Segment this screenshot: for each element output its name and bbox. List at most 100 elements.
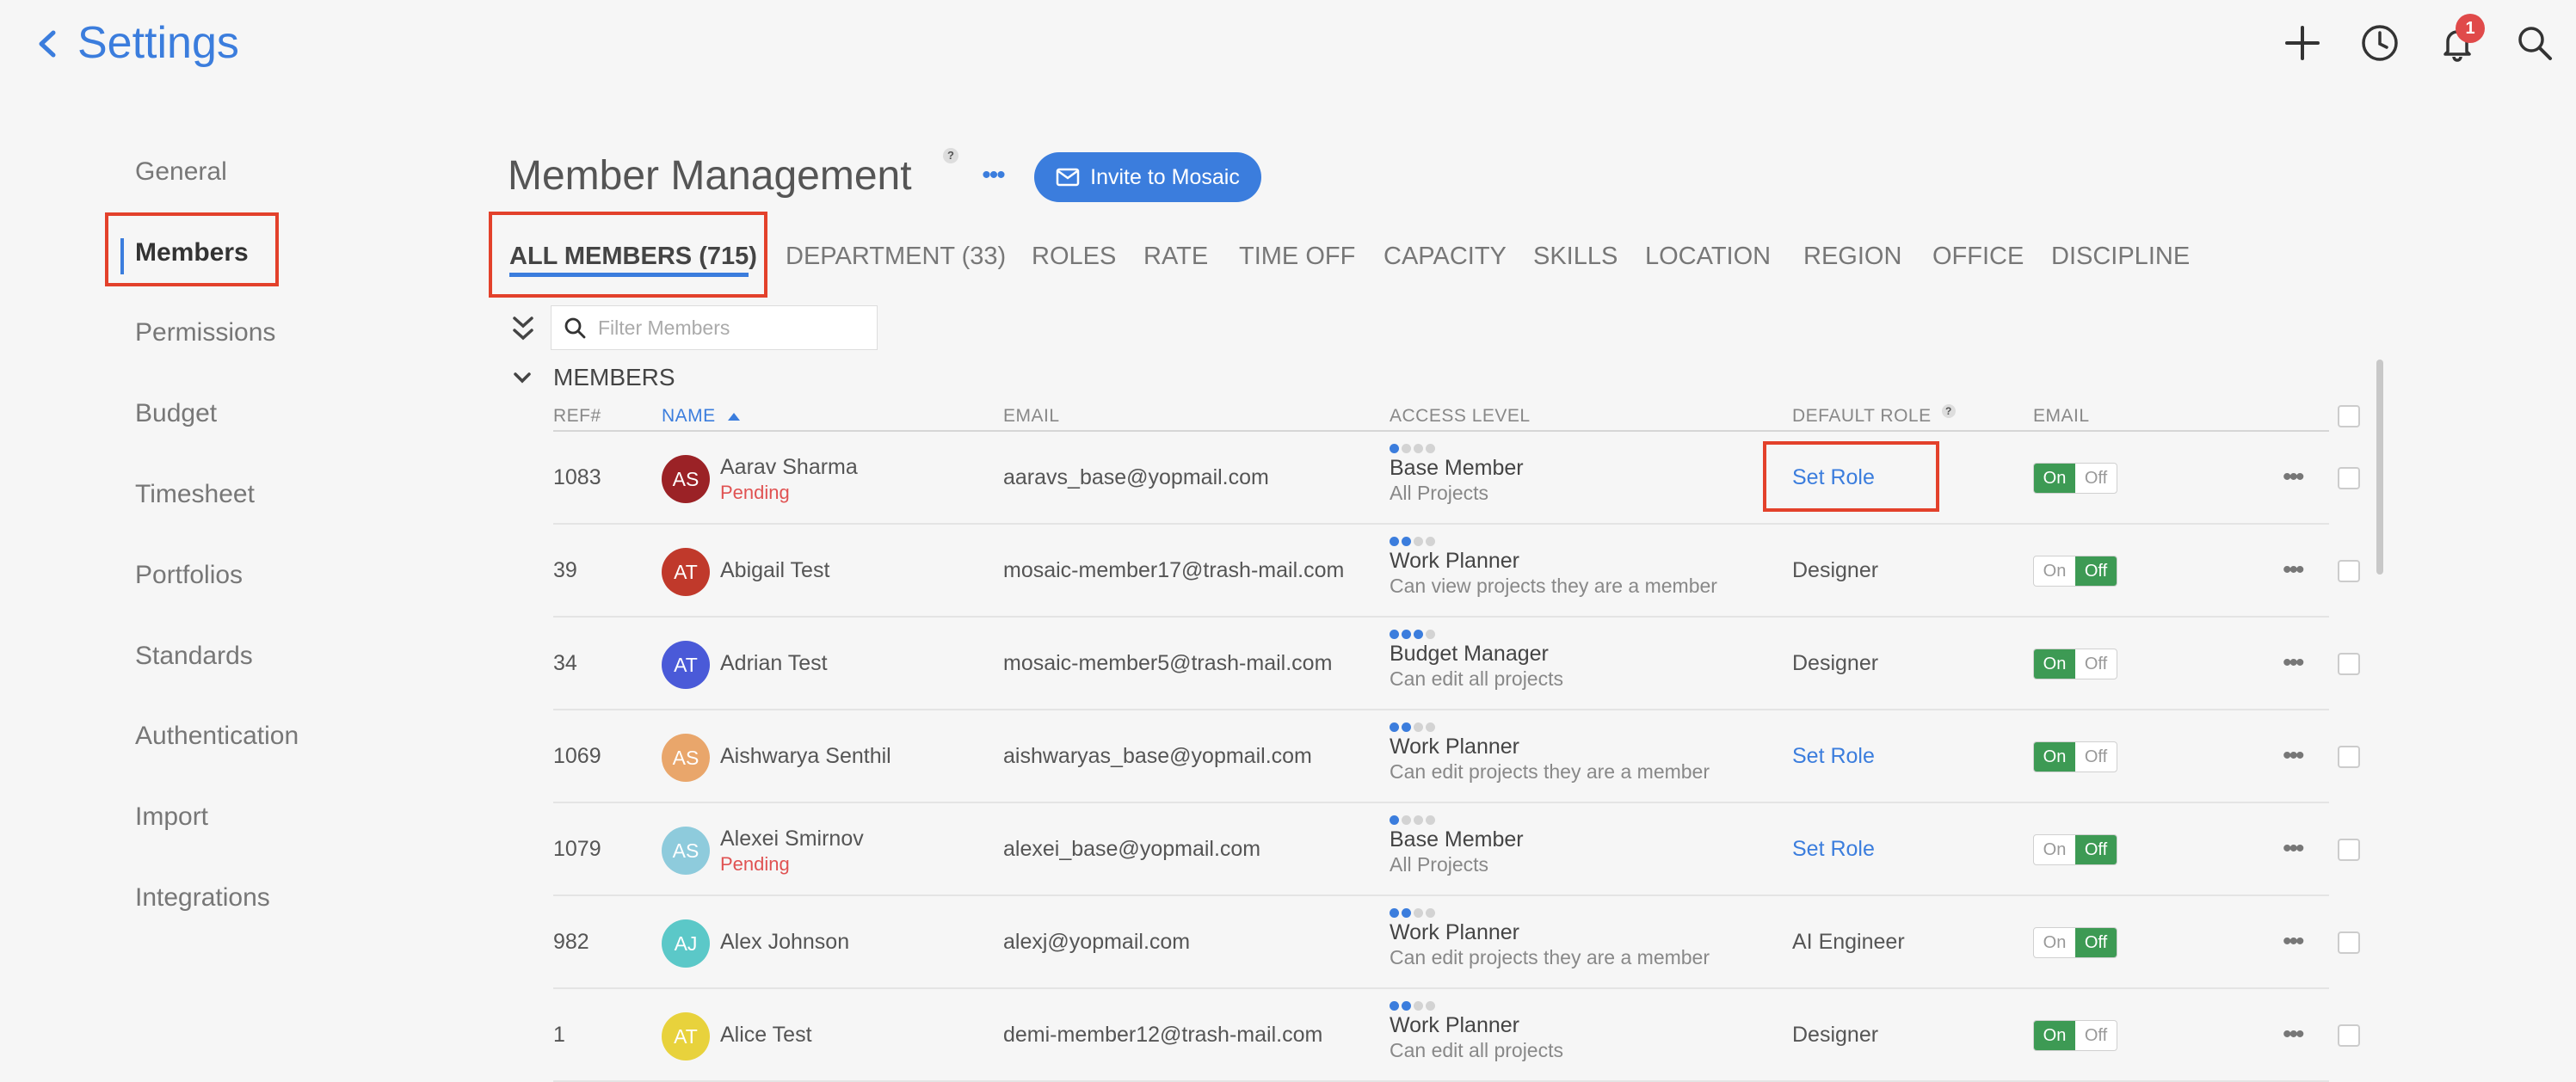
email-toggle[interactable]: On Off bbox=[2033, 834, 2117, 865]
sidebar-item-authentication[interactable]: Authentication bbox=[135, 719, 299, 753]
email-toggle-off[interactable]: Off bbox=[2075, 835, 2117, 864]
email-toggle-on[interactable]: On bbox=[2034, 928, 2075, 957]
email-toggle-on[interactable]: On bbox=[2034, 742, 2075, 772]
email-toggle-off[interactable]: Off bbox=[2075, 649, 2117, 679]
avatar[interactable]: AT bbox=[662, 1012, 710, 1060]
select-all-checkbox[interactable] bbox=[2338, 405, 2360, 427]
table-row[interactable]: 1083 AS Aarav Sharma Pending aaravs_base@yop… bbox=[553, 432, 2360, 525]
set-role-link[interactable]: Set Role bbox=[1792, 463, 1875, 492]
email-toggle[interactable]: On Off bbox=[2033, 463, 2117, 494]
sidebar-item-standards[interactable]: Standards bbox=[135, 639, 253, 673]
filter-members-input[interactable] bbox=[596, 315, 875, 341]
email-toggle-on[interactable]: On bbox=[2034, 835, 2075, 864]
member-name[interactable]: Aarav Sharma bbox=[720, 452, 858, 482]
vertical-scrollbar[interactable] bbox=[2376, 360, 2383, 575]
sidebar-item-import[interactable]: Import bbox=[135, 800, 208, 834]
row-checkbox[interactable] bbox=[2338, 560, 2360, 582]
email-toggle-off[interactable]: Off bbox=[2075, 556, 2117, 586]
tab-location[interactable]: LOCATION bbox=[1645, 239, 1771, 274]
table-row[interactable]: 1069 AS Aishwarya Senthil aishwaryas_base@y… bbox=[553, 710, 2360, 803]
sidebar-item-timesheet[interactable]: Timesheet bbox=[135, 477, 255, 512]
column-header-name[interactable]: NAME bbox=[662, 404, 741, 428]
collapse-all-icon[interactable] bbox=[509, 311, 537, 346]
default-role[interactable]: Designer bbox=[1792, 556, 1878, 585]
set-role-link[interactable]: Set Role bbox=[1792, 741, 1875, 771]
email-toggle[interactable]: On Off bbox=[2033, 927, 2117, 958]
table-row[interactable]: 1 AT Alice Test demi-member12@trash-mail.co… bbox=[553, 989, 2360, 1082]
access-level[interactable]: Work Planner bbox=[1390, 919, 1519, 946]
member-name[interactable]: Alice Test bbox=[720, 1020, 812, 1049]
access-level[interactable]: Budget Manager bbox=[1390, 640, 1549, 667]
tab-discipline[interactable]: DISCIPLINE bbox=[2051, 239, 2190, 274]
sidebar-item-portfolios[interactable]: Portfolios bbox=[135, 558, 243, 593]
sidebar-item-members[interactable]: Members bbox=[135, 236, 249, 270]
member-name[interactable]: Aishwarya Senthil bbox=[720, 741, 891, 771]
tab-time-off[interactable]: TIME OFF bbox=[1239, 239, 1355, 274]
tab-skills[interactable]: SKILLS bbox=[1533, 239, 1618, 274]
sidebar-item-permissions[interactable]: Permissions bbox=[135, 316, 275, 350]
access-level[interactable]: Base Member bbox=[1390, 826, 1524, 853]
row-more-options-icon[interactable]: ••• bbox=[2283, 463, 2304, 492]
table-row[interactable]: 1079 AS Alexei Smirnov Pending alexei_base@y… bbox=[553, 803, 2360, 896]
member-name[interactable]: Alexei Smirnov bbox=[720, 824, 864, 853]
row-checkbox[interactable] bbox=[2338, 839, 2360, 861]
row-more-options-icon[interactable]: ••• bbox=[2283, 927, 2304, 956]
row-more-options-icon[interactable]: ••• bbox=[2283, 649, 2304, 678]
access-level[interactable]: Work Planner bbox=[1390, 1011, 1519, 1039]
add-icon[interactable] bbox=[2278, 19, 2326, 67]
row-more-options-icon[interactable]: ••• bbox=[2283, 741, 2304, 771]
tab-capacity[interactable]: CAPACITY bbox=[1384, 239, 1507, 274]
back-chevron-icon[interactable] bbox=[34, 21, 60, 67]
help-icon[interactable]: ? bbox=[1941, 404, 1956, 418]
email-toggle[interactable]: On Off bbox=[2033, 556, 2117, 587]
member-name[interactable]: Abigail Test bbox=[720, 556, 829, 585]
email-toggle[interactable]: On Off bbox=[2033, 741, 2117, 772]
email-toggle[interactable]: On Off bbox=[2033, 649, 2117, 679]
tab-department[interactable]: DEPARTMENT (33) bbox=[786, 239, 1006, 274]
avatar[interactable]: AT bbox=[662, 641, 710, 689]
row-checkbox[interactable] bbox=[2338, 467, 2360, 489]
table-row[interactable]: 982 AJ Alex Johnson alexj@yopmail.com Work P… bbox=[553, 896, 2360, 989]
column-header-access-level[interactable]: ACCESS LEVEL bbox=[1390, 404, 1531, 428]
email-toggle-off[interactable]: Off bbox=[2075, 742, 2117, 772]
row-more-options-icon[interactable]: ••• bbox=[2283, 834, 2304, 864]
tab-rate[interactable]: RATE bbox=[1143, 239, 1208, 274]
tab-all-members[interactable]: ALL MEMBERS (715) bbox=[509, 239, 757, 274]
member-name[interactable]: Adrian Test bbox=[720, 649, 828, 678]
table-row[interactable]: 39 AT Abigail Test mosaic-member17@trash-ma… bbox=[553, 525, 2360, 618]
tab-office[interactable]: OFFICE bbox=[1932, 239, 2024, 274]
notification-bell-icon[interactable]: 1 bbox=[2433, 14, 2485, 67]
default-role[interactable]: AI Engineer bbox=[1792, 927, 1905, 956]
avatar[interactable]: AS bbox=[662, 455, 710, 503]
email-toggle-on[interactable]: On bbox=[2034, 464, 2075, 493]
default-role[interactable]: Designer bbox=[1792, 649, 1878, 678]
column-header-email[interactable]: EMAIL bbox=[1003, 404, 1060, 428]
row-checkbox[interactable] bbox=[2338, 746, 2360, 768]
row-more-options-icon[interactable]: ••• bbox=[2283, 556, 2304, 585]
email-toggle-off[interactable]: Off bbox=[2075, 1021, 2117, 1050]
access-level[interactable]: Work Planner bbox=[1390, 547, 1519, 575]
table-row[interactable]: 34 AT Adrian Test mosaic-member5@trash-mail… bbox=[553, 618, 2360, 710]
avatar[interactable]: AS bbox=[662, 734, 710, 782]
column-header-email-toggle[interactable]: EMAIL bbox=[2033, 404, 2090, 428]
page-more-options-icon[interactable]: ••• bbox=[977, 160, 1008, 191]
search-icon[interactable] bbox=[2511, 19, 2559, 67]
sidebar-item-general[interactable]: General bbox=[135, 155, 227, 189]
invite-to-mosaic-button[interactable]: Invite to Mosaic bbox=[1034, 152, 1261, 202]
filter-members-field[interactable] bbox=[551, 305, 878, 350]
access-level[interactable]: Base Member bbox=[1390, 454, 1524, 482]
sidebar-item-budget[interactable]: Budget bbox=[135, 397, 217, 431]
email-toggle-on[interactable]: On bbox=[2034, 649, 2075, 679]
column-header-default-role[interactable]: DEFAULT ROLE ? bbox=[1792, 404, 1956, 428]
column-header-ref[interactable]: REF# bbox=[553, 404, 601, 428]
avatar[interactable]: AJ bbox=[662, 919, 710, 968]
default-role[interactable]: Designer bbox=[1792, 1020, 1878, 1049]
email-toggle-on[interactable]: On bbox=[2034, 1021, 2075, 1050]
email-toggle-off[interactable]: Off bbox=[2075, 464, 2117, 493]
access-level[interactable]: Work Planner bbox=[1390, 733, 1519, 760]
row-more-options-icon[interactable]: ••• bbox=[2283, 1020, 2304, 1049]
email-toggle-off[interactable]: Off bbox=[2075, 928, 2117, 957]
row-checkbox[interactable] bbox=[2338, 1024, 2360, 1047]
avatar[interactable]: AT bbox=[662, 548, 710, 596]
help-icon[interactable]: ? bbox=[943, 148, 958, 163]
